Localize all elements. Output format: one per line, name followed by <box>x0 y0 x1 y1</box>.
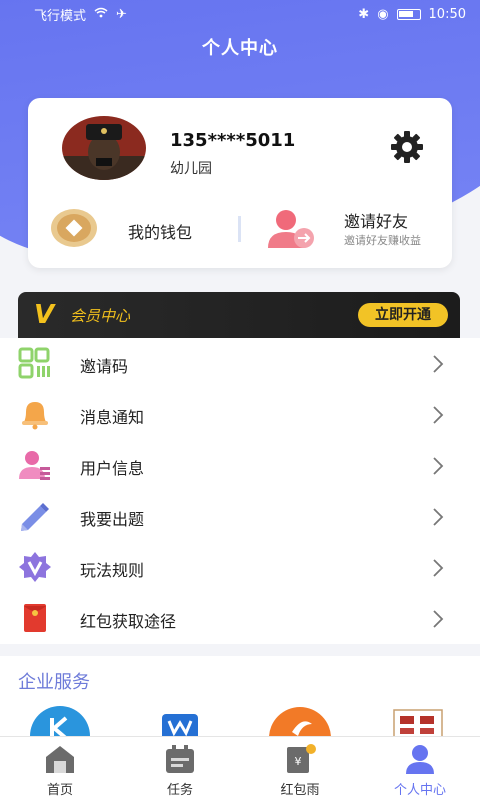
tab-label: 任务 <box>166 783 193 798</box>
tab-red-packet-rain[interactable]: ¥ 红包雨 <box>240 737 360 800</box>
phone-number: 135****5011 <box>170 130 296 151</box>
profile-card: 135****5011 幼儿园 我的钱包 邀请好友 邀请好友赚收益 <box>28 98 452 268</box>
user-grade: 幼儿园 <box>170 161 212 177</box>
gear-icon[interactable] <box>390 130 424 164</box>
svg-text:¥: ¥ <box>295 755 302 768</box>
wallet-button[interactable]: 我的钱包 <box>128 219 192 243</box>
menu-item-game-rules[interactable]: 玩法规则 <box>0 542 480 593</box>
chevron-right-icon <box>432 457 444 475</box>
home-icon <box>46 746 74 773</box>
menu-item-label: 消息通知 <box>80 408 145 427</box>
user-info-icon <box>18 449 52 481</box>
menu-item-label: 用户信息 <box>80 459 145 478</box>
invite-friend-icon[interactable] <box>266 208 316 250</box>
rules-badge-icon <box>18 551 52 583</box>
wifi-icon <box>94 7 108 22</box>
bell-icon <box>18 398 52 430</box>
menu-item-label: 玩法规则 <box>80 561 145 580</box>
vip-badge-icon: V <box>34 300 55 330</box>
partner-logo-orange-icon[interactable] <box>268 706 332 736</box>
tab-label: 红包雨 <box>280 783 320 798</box>
menu-item-user-info[interactable]: 用户信息 <box>0 440 480 491</box>
chevron-right-icon <box>432 355 444 373</box>
menu-item-label: 我要出题 <box>80 510 145 529</box>
airplane-mode-label: 飞行模式 <box>34 8 87 24</box>
red-envelope-icon <box>18 602 52 634</box>
invite-earnings-hint: 邀请好友赚收益 <box>344 234 421 247</box>
chevron-right-icon <box>432 508 444 526</box>
wallet-coin-icon[interactable] <box>50 208 98 248</box>
page-title: 个人中心 <box>202 38 278 59</box>
partner-logo-w-icon[interactable] <box>160 712 200 736</box>
profile-icon <box>406 745 434 774</box>
status-bar: 飞行模式 ✈ ✱ ◉ 10:50 <box>0 0 480 28</box>
open-vip-button[interactable]: 立即开通 <box>358 303 448 327</box>
bottom-tab-bar: 首页 任务 ¥ 红包雨 个人中心 <box>0 736 480 800</box>
pencil-icon <box>18 500 52 532</box>
tab-home[interactable]: 首页 <box>0 737 120 800</box>
tab-tasks[interactable]: 任务 <box>120 737 240 800</box>
menu-item-invite-code[interactable]: 邀请码 <box>0 338 480 389</box>
avatar[interactable] <box>62 116 146 180</box>
airplane-icon: ✈ <box>116 6 127 22</box>
invite-friends-button[interactable]: 邀请好友 <box>344 208 408 232</box>
tab-label: 首页 <box>46 783 73 798</box>
location-icon: ◉ <box>377 6 389 22</box>
menu-list: 邀请码 消息通知 用户信息 我要出题 玩法规则 红包获取途径 <box>0 338 480 644</box>
menu-item-label: 邀请码 <box>80 357 129 376</box>
menu-item-notifications[interactable]: 消息通知 <box>0 389 480 440</box>
tab-label: 个人中心 <box>393 783 446 798</box>
menu-item-create-question[interactable]: 我要出题 <box>0 491 480 542</box>
vip-center-label: 会员中心 <box>70 307 131 325</box>
partner-logo-k-icon[interactable] <box>30 706 90 736</box>
tab-profile[interactable]: 个人中心 <box>360 737 480 800</box>
enterprise-title: 企业服务 <box>18 672 90 693</box>
chevron-right-icon <box>432 559 444 577</box>
vip-banner[interactable]: V 会员中心 立即开通 <box>18 292 460 338</box>
battery-icon <box>396 8 421 20</box>
menu-item-label: 红包获取途径 <box>80 612 177 631</box>
task-calendar-icon <box>166 745 194 773</box>
menu-item-red-envelope-sources[interactable]: 红包获取途径 <box>0 593 480 644</box>
red-packet-rain-icon: ¥ <box>287 744 316 773</box>
chevron-right-icon <box>432 610 444 628</box>
chevron-right-icon <box>432 406 444 424</box>
clock: 10:50 <box>428 6 466 22</box>
bluetooth-icon: ✱ <box>358 6 370 22</box>
enterprise-services: 企业服务 <box>0 656 480 736</box>
partner-logo-finance-icon[interactable] <box>392 708 444 736</box>
card-divider <box>238 216 241 242</box>
qr-code-icon <box>18 347 52 379</box>
